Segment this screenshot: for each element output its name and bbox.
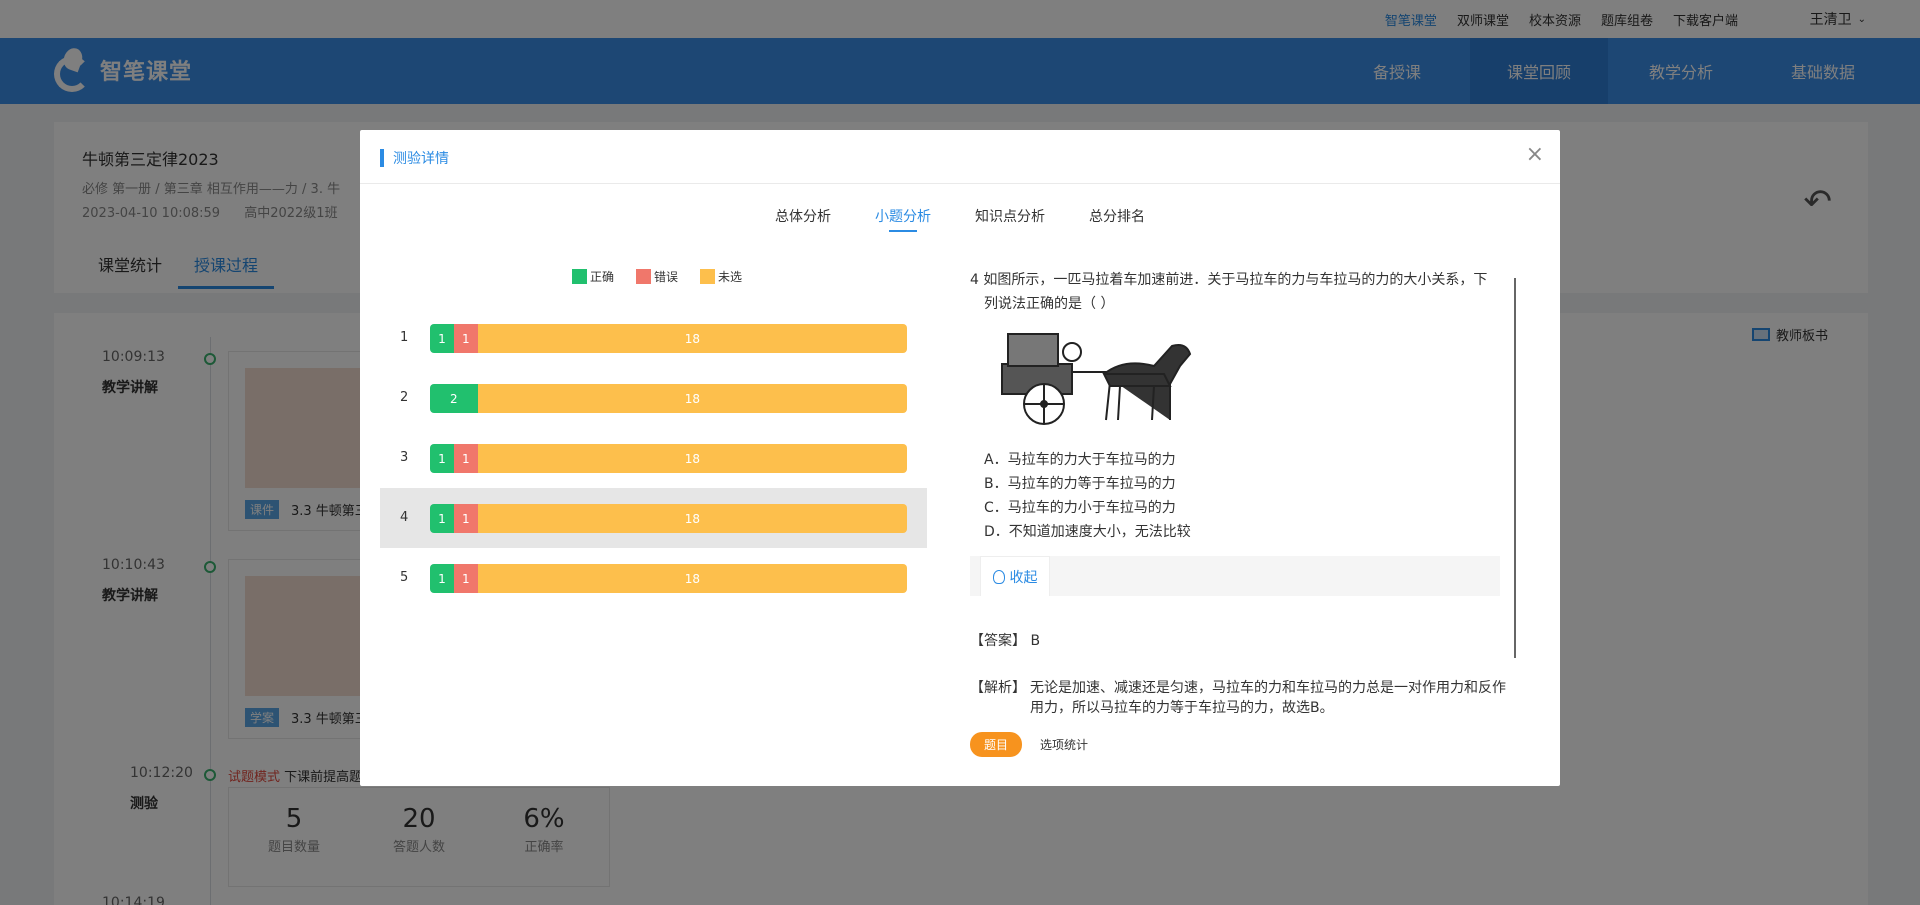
legend-swatch (572, 269, 587, 284)
bar-segment: 18 (477, 324, 907, 353)
bar-segment: 18 (477, 504, 907, 533)
bar-segment: 1 (453, 504, 478, 533)
legend-swatch (636, 269, 652, 284)
stacked-bar: 2 18 (430, 384, 907, 413)
option-b: B．马拉车的力等于车拉马的力 (984, 476, 1176, 492)
legend-item-correct: 正确 (572, 268, 614, 285)
explanation-block: 【解析】 无论是加速、减速还是匀速，马拉车的力和车拉马的力总是一对作用力和反作用… (970, 678, 1510, 718)
tab-question-analysis[interactable]: 小题分析 (875, 206, 931, 232)
modal-tabs: 总体分析 小题分析 知识点分析 总分排名 (360, 206, 1560, 232)
legend-swatch (700, 269, 716, 284)
question-row[interactable]: 4 1 1 18 (380, 488, 927, 548)
option-a: A．马拉车的力大于车拉马的力 (984, 452, 1176, 468)
close-icon[interactable]: × (1526, 142, 1544, 167)
horse-cart-illustration (1001, 333, 1192, 425)
modal-title: 测验详情 (393, 151, 449, 167)
lightbulb-icon (992, 569, 1005, 584)
bar-segment: 1 (430, 444, 454, 473)
tab-score-ranking[interactable]: 总分排名 (1089, 206, 1145, 232)
legend-label: 正确 (590, 270, 615, 284)
question-row[interactable]: 5 1 1 18 (380, 548, 927, 608)
chart-legend: 正确 错误 未选 (572, 268, 764, 285)
legend-label: 错误 (654, 270, 679, 284)
question-scrollbar[interactable] (1514, 278, 1516, 658)
option-list: A．马拉车的力大于车拉马的力 B．马拉车的力等于车拉马的力 C．马拉车的力小于车… (984, 448, 1191, 544)
question-number: 2 (400, 390, 409, 405)
bar-segment: 18 (477, 384, 907, 413)
legend-label: 未选 (718, 270, 743, 284)
question-number: 3 (400, 450, 409, 465)
stacked-bar: 1 1 18 (430, 564, 907, 593)
stacked-bar: 1 1 18 (430, 444, 907, 473)
legend-item-wrong: 错误 (636, 268, 678, 285)
question-number: 1 (400, 330, 409, 345)
option-d: D．不知道加速度大小，无法比较 (984, 524, 1191, 540)
stacked-bar: 1 1 18 (430, 324, 907, 353)
title-accent-bar (380, 149, 384, 167)
bar-segment: 1 (430, 504, 454, 533)
collapse-button[interactable]: 收起 (980, 556, 1050, 596)
question-text: 4 如图所示，一匹马拉着车加速前进．关于马拉车的力与车拉马的力的大小关系，下列说… (970, 272, 1488, 312)
bar-segment: 1 (453, 324, 478, 353)
bar-segment: 18 (477, 444, 907, 473)
question-number: 5 (400, 570, 409, 585)
bar-segment: 1 (430, 564, 454, 593)
bar-segment: 18 (477, 564, 907, 593)
explain-text: 无论是加速、减速还是匀速，马拉车的力和车拉马的力总是一对作用力和反作用力，所以马… (1030, 680, 1506, 716)
bottom-view-tabs: 题目 选项统计 (970, 732, 1088, 757)
answer-label: 【答案】 (970, 633, 1026, 649)
legend-item-unselected: 未选 (700, 268, 742, 285)
bar-segment: 2 (430, 384, 478, 413)
explain-label: 【解析】 (970, 680, 1026, 696)
collapse-label: 收起 (1009, 569, 1038, 586)
question-pane: 4 如图所示，一匹马拉着车加速前进．关于马拉车的力与车拉马的力的大小关系，下列说… (970, 268, 1510, 628)
explanation-toggle-bar: 收起 (970, 556, 1500, 596)
question-number: 4 (400, 510, 409, 525)
question-row[interactable]: 1 1 1 18 (380, 308, 927, 368)
tab-question-view[interactable]: 题目 (970, 732, 1023, 757)
tab-knowledge-analysis[interactable]: 知识点分析 (975, 206, 1045, 232)
option-c: C．马拉车的力小于车拉马的力 (984, 500, 1176, 516)
answer-value: B (1030, 633, 1041, 649)
answer-line: 【答案】 B (970, 630, 1040, 650)
bar-segment: 1 (453, 564, 478, 593)
tab-option-stats[interactable]: 选项统计 (1040, 736, 1088, 753)
modal-header: 测验详情 × (360, 130, 1560, 184)
quiz-detail-modal: 测验详情 × 总体分析 小题分析 知识点分析 总分排名 正确 错误 未选 111… (360, 130, 1560, 786)
tab-overall-analysis[interactable]: 总体分析 (775, 206, 831, 232)
bar-segment: 1 (430, 324, 454, 353)
bar-segment: 1 (453, 444, 478, 473)
question-row[interactable]: 3 1 1 18 (380, 428, 927, 488)
stacked-bar: 1 1 18 (430, 504, 907, 533)
question-bar-chart: 1 1 1 18 2 2 18 3 1 1 18 4 1 1 18 5 1 1 18 (380, 308, 927, 608)
question-row[interactable]: 2 2 18 (380, 368, 927, 428)
